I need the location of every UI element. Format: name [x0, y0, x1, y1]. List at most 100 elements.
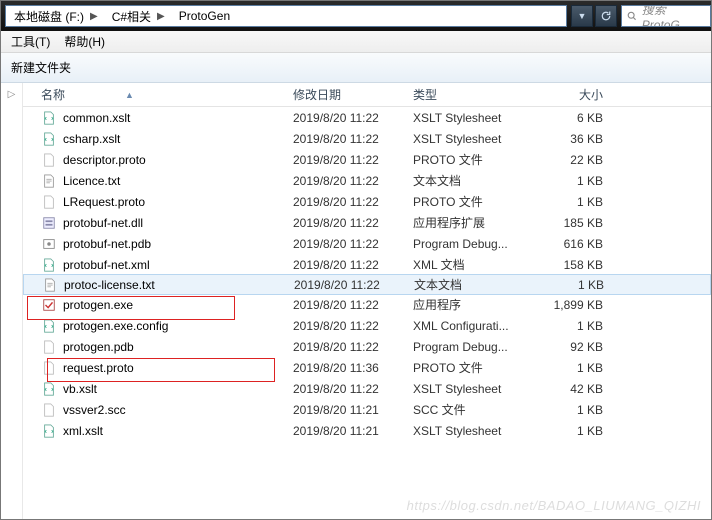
file-row[interactable]: protoc-license.txt2019/8/20 11:22文本文档1 K…: [23, 274, 711, 295]
column-headers: 名称 ▲ 修改日期 类型 大小: [23, 83, 711, 107]
file-size: 1 KB: [543, 174, 623, 188]
file-row[interactable]: csharp.xslt2019/8/20 11:22XSLT Styleshee…: [23, 128, 711, 149]
menu-bar: 工具(T) 帮助(H): [1, 31, 711, 53]
file-date: 2019/8/20 11:22: [293, 319, 413, 333]
file-name: vb.xslt: [63, 382, 97, 396]
chevron-right-icon: ▶: [90, 11, 98, 22]
breadcrumb-seg-drive[interactable]: 本地磁盘 (F:) ▶: [6, 6, 104, 26]
file-name: Licence.txt: [63, 174, 120, 188]
file-type: XML 文档: [413, 256, 543, 273]
header-name[interactable]: 名称 ▲: [23, 86, 293, 103]
file-icon: [41, 360, 57, 376]
file-size: 1 KB: [543, 319, 623, 333]
toolbar: 新建文件夹: [1, 53, 711, 83]
file-icon: [41, 152, 57, 168]
breadcrumb[interactable]: 本地磁盘 (F:) ▶ C#相关 ▶ ProtoGen: [5, 5, 567, 27]
new-folder-button[interactable]: 新建文件夹: [11, 59, 71, 76]
file-date: 2019/8/20 11:22: [293, 216, 413, 230]
file-type: Program Debug...: [413, 237, 543, 251]
file-date: 2019/8/20 11:22: [293, 382, 413, 396]
file-size: 36 KB: [543, 132, 623, 146]
file-rows: common.xslt2019/8/20 11:22XSLT Styleshee…: [23, 107, 711, 441]
file-size: 92 KB: [543, 340, 623, 354]
file-name: LRequest.proto: [63, 195, 145, 209]
file-type: XSLT Stylesheet: [413, 111, 543, 125]
file-row[interactable]: protobuf-net.dll2019/8/20 11:22应用程序扩展185…: [23, 212, 711, 233]
file-row[interactable]: vssver2.scc 2019/8/20 11:21SCC 文件1 KB: [23, 399, 711, 420]
file-type: XSLT Stylesheet: [413, 424, 543, 438]
file-type: PROTO 文件: [413, 359, 543, 376]
breadcrumb-label: 本地磁盘 (F:): [14, 8, 84, 25]
sort-asc-icon: ▲: [125, 90, 134, 100]
search-input[interactable]: 搜索 ProtoG: [621, 5, 711, 27]
file-date: 2019/8/20 11:21: [293, 403, 413, 417]
header-size[interactable]: 大小: [543, 86, 623, 103]
breadcrumb-seg-current[interactable]: ProtoGen: [171, 6, 236, 26]
breadcrumb-label: ProtoGen: [179, 9, 230, 23]
file-icon: [41, 339, 57, 355]
file-row[interactable]: protobuf-net.xml2019/8/20 11:22XML 文档158…: [23, 254, 711, 275]
file-row[interactable]: protobuf-net.pdb2019/8/20 11:22Program D…: [23, 233, 711, 254]
file-name: protobuf-net.pdb: [63, 237, 151, 251]
file-size: 6 KB: [543, 111, 623, 125]
file-name: protobuf-net.dll: [63, 216, 143, 230]
file-type: SCC 文件: [413, 401, 543, 418]
menu-tools[interactable]: 工具(T): [11, 33, 50, 50]
file-date: 2019/8/20 11:22: [293, 340, 413, 354]
file-type: 应用程序: [413, 296, 543, 313]
file-name: vssver2.scc: [63, 403, 126, 417]
file-row[interactable]: Licence.txt2019/8/20 11:22文本文档1 KB: [23, 170, 711, 191]
file-row[interactable]: vb.xslt2019/8/20 11:22XSLT Stylesheet42 …: [23, 378, 711, 399]
file-type: PROTO 文件: [413, 151, 543, 168]
file-name: protobuf-net.xml: [63, 258, 150, 272]
file-date: 2019/8/20 11:22: [293, 153, 413, 167]
file-name: protoc-license.txt: [64, 278, 155, 292]
header-type[interactable]: 类型: [413, 86, 543, 103]
search-icon: [626, 10, 638, 22]
address-bar: 本地磁盘 (F:) ▶ C#相关 ▶ ProtoGen ▼ 搜索 ProtoG: [1, 1, 711, 31]
file-size: 1 KB: [544, 278, 624, 292]
nav-buttons: ▼: [567, 5, 621, 27]
file-row[interactable]: protogen.exe.config 2019/8/20 11:22XML Co…: [23, 315, 711, 336]
file-size: 1 KB: [543, 403, 623, 417]
file-row[interactable]: protogen.exe 2019/8/20 11:22应用程序1,899 KB: [23, 294, 711, 315]
header-date[interactable]: 修改日期: [293, 86, 413, 103]
text-icon: [42, 277, 58, 293]
xslt-icon: [41, 423, 57, 439]
file-type: XSLT Stylesheet: [413, 382, 543, 396]
file-name: xml.xslt: [63, 424, 103, 438]
file-row[interactable]: protogen.pdb2019/8/20 11:22Program Debug…: [23, 336, 711, 357]
exe-icon: [41, 297, 57, 313]
refresh-icon: [600, 10, 612, 22]
menu-help[interactable]: 帮助(H): [64, 33, 105, 50]
file-date: 2019/8/20 11:22: [293, 174, 413, 188]
refresh-button[interactable]: [595, 5, 617, 27]
breadcrumb-label: C#相关: [112, 8, 151, 25]
file-row[interactable]: common.xslt 2019/8/20 11:22XSLT Styleshee…: [23, 107, 711, 128]
file-name: common.xslt: [63, 111, 130, 125]
xslt-icon: [41, 110, 57, 126]
file-row[interactable]: request.proto2019/8/20 11:36PROTO 文件1 KB: [23, 357, 711, 378]
file-type: Program Debug...: [413, 340, 543, 354]
file-row[interactable]: descriptor.proto2019/8/20 11:22PROTO 文件2…: [23, 149, 711, 170]
file-size: 1 KB: [543, 361, 623, 375]
xslt-icon: [41, 381, 57, 397]
dropdown-button[interactable]: ▼: [571, 5, 593, 27]
file-row[interactable]: LRequest.proto2019/8/20 11:22PROTO 文件1 K…: [23, 191, 711, 212]
file-type: XSLT Stylesheet: [413, 132, 543, 146]
file-name: protogen.exe.config: [63, 319, 168, 333]
breadcrumb-seg-folder[interactable]: C#相关 ▶: [104, 6, 171, 26]
file-size: 1,899 KB: [543, 298, 623, 312]
file-name: protogen.exe: [63, 298, 133, 312]
file-row[interactable]: xml.xslt2019/8/20 11:21XSLT Stylesheet1 …: [23, 420, 711, 441]
tree-collapse-icon[interactable]: ▷: [8, 89, 16, 519]
file-size: 1 KB: [543, 424, 623, 438]
file-name: request.proto: [63, 361, 134, 375]
file-type: XML Configurati...: [413, 319, 543, 333]
dll-icon: [41, 215, 57, 231]
file-list-pane: 名称 ▲ 修改日期 类型 大小 common.xslt 2019/8/20 11:…: [23, 83, 711, 519]
chevron-down-icon: ▼: [578, 11, 587, 21]
nav-tree-gutter[interactable]: ▷: [1, 83, 23, 519]
file-date: 2019/8/20 11:22: [293, 298, 413, 312]
file-date: 2019/8/20 11:22: [293, 111, 413, 125]
